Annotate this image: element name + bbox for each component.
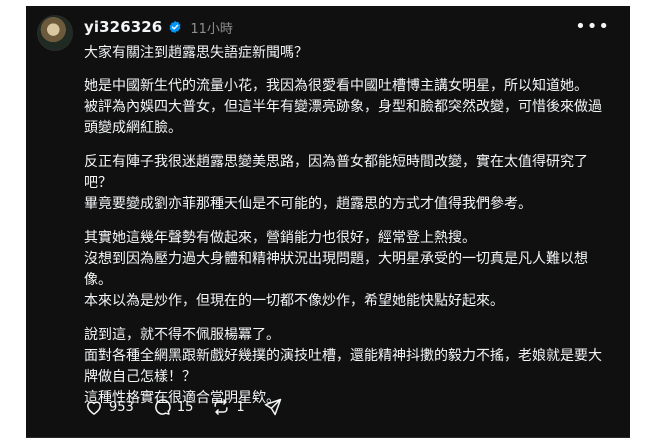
- post-actions: 953 15 1: [84, 397, 306, 417]
- repost-button[interactable]: 1: [211, 397, 245, 417]
- share-button[interactable]: [263, 397, 288, 417]
- comment-count: 15: [176, 399, 194, 415]
- post-paragraph: 反正有陣子我很迷趙露思變美思路，因為普女都能短時間改變，實在太值得研究了吧？ 畢…: [84, 154, 588, 212]
- repost-count: 1: [236, 399, 245, 415]
- like-count: 953: [109, 399, 134, 415]
- avatar[interactable]: [37, 15, 73, 51]
- post-paragraph: 其實她這幾年聲勢有做起來，營銷能力也很好，經常登上熱搜。 沒想到因為壓力過大身體…: [84, 230, 588, 309]
- verified-badge-icon: [169, 20, 181, 34]
- post-paragraph: 她是中國新生代的流量小花，我因為很愛看中國吐槽博主講女明星，所以知道她。 被評為…: [84, 78, 602, 136]
- threads-post: yi326326 11小時 ••• 大家有關注到趙露思失語症新聞嗎？ 她是中國新…: [26, 6, 630, 438]
- post-body: 大家有關注到趙露思失語症新聞嗎？ 她是中國新生代的流量小花，我因為很愛看中國吐槽…: [84, 43, 614, 422]
- share-icon: [264, 398, 281, 416]
- post-paragraph: 大家有關注到趙露思失語症新聞嗎？: [84, 45, 308, 61]
- comment-button[interactable]: 15: [152, 397, 194, 417]
- username[interactable]: yi326326: [84, 18, 162, 36]
- post-header: yi326326 11小時: [84, 16, 233, 38]
- heart-icon: [87, 401, 101, 415]
- comment-icon: [154, 399, 171, 415]
- more-options-icon[interactable]: •••: [575, 16, 610, 37]
- repost-icon: [214, 399, 228, 415]
- post-timestamp: 11小時: [190, 21, 233, 37]
- like-button[interactable]: 953: [84, 397, 134, 417]
- screenshot-frame: yi326326 11小時 ••• 大家有關注到趙露思失語症新聞嗎？ 她是中國新…: [0, 0, 656, 438]
